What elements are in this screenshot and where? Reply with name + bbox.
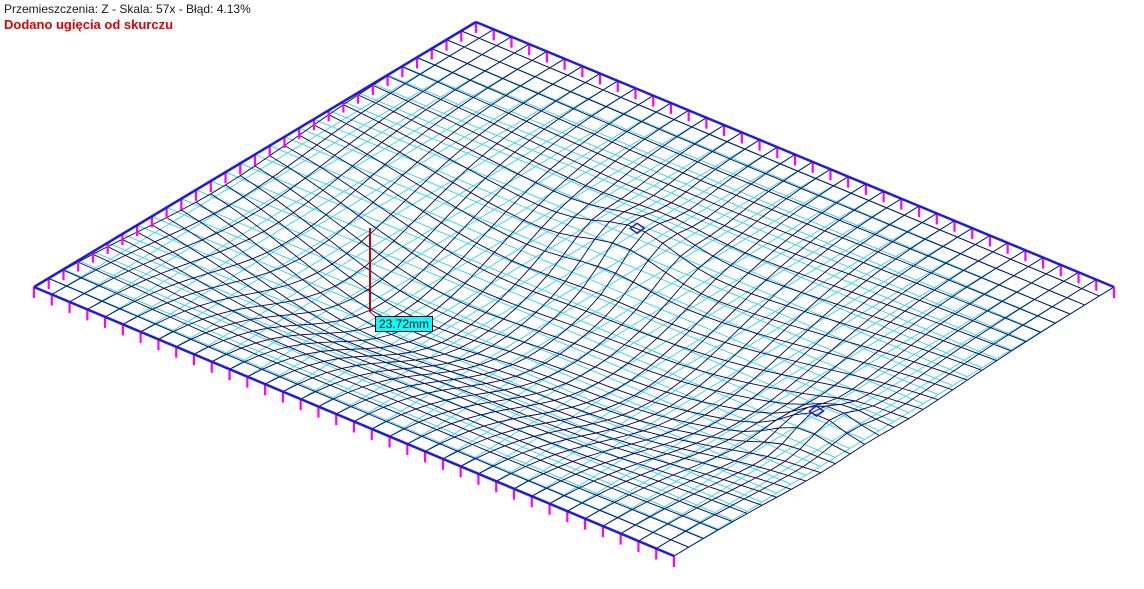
undeformed-mesh [33,21,1115,557]
max-displacement-label[interactable]: 23.72mm [375,316,434,332]
undeformed-grid-lines [33,21,1115,557]
supported-edges [33,20,1115,558]
analysis-note: Dodano ugięcia od skurczu [4,17,174,32]
status-line: Przemieszczenia: Z - Skala: 57x - Błąd: … [4,2,251,16]
supported-edge-top-left [33,20,477,289]
deformed-mesh [33,21,1115,557]
supported-edge-top-right [475,20,1115,289]
deformed-grid-lines [33,21,1115,557]
plate-3d-view[interactable] [0,0,1144,589]
